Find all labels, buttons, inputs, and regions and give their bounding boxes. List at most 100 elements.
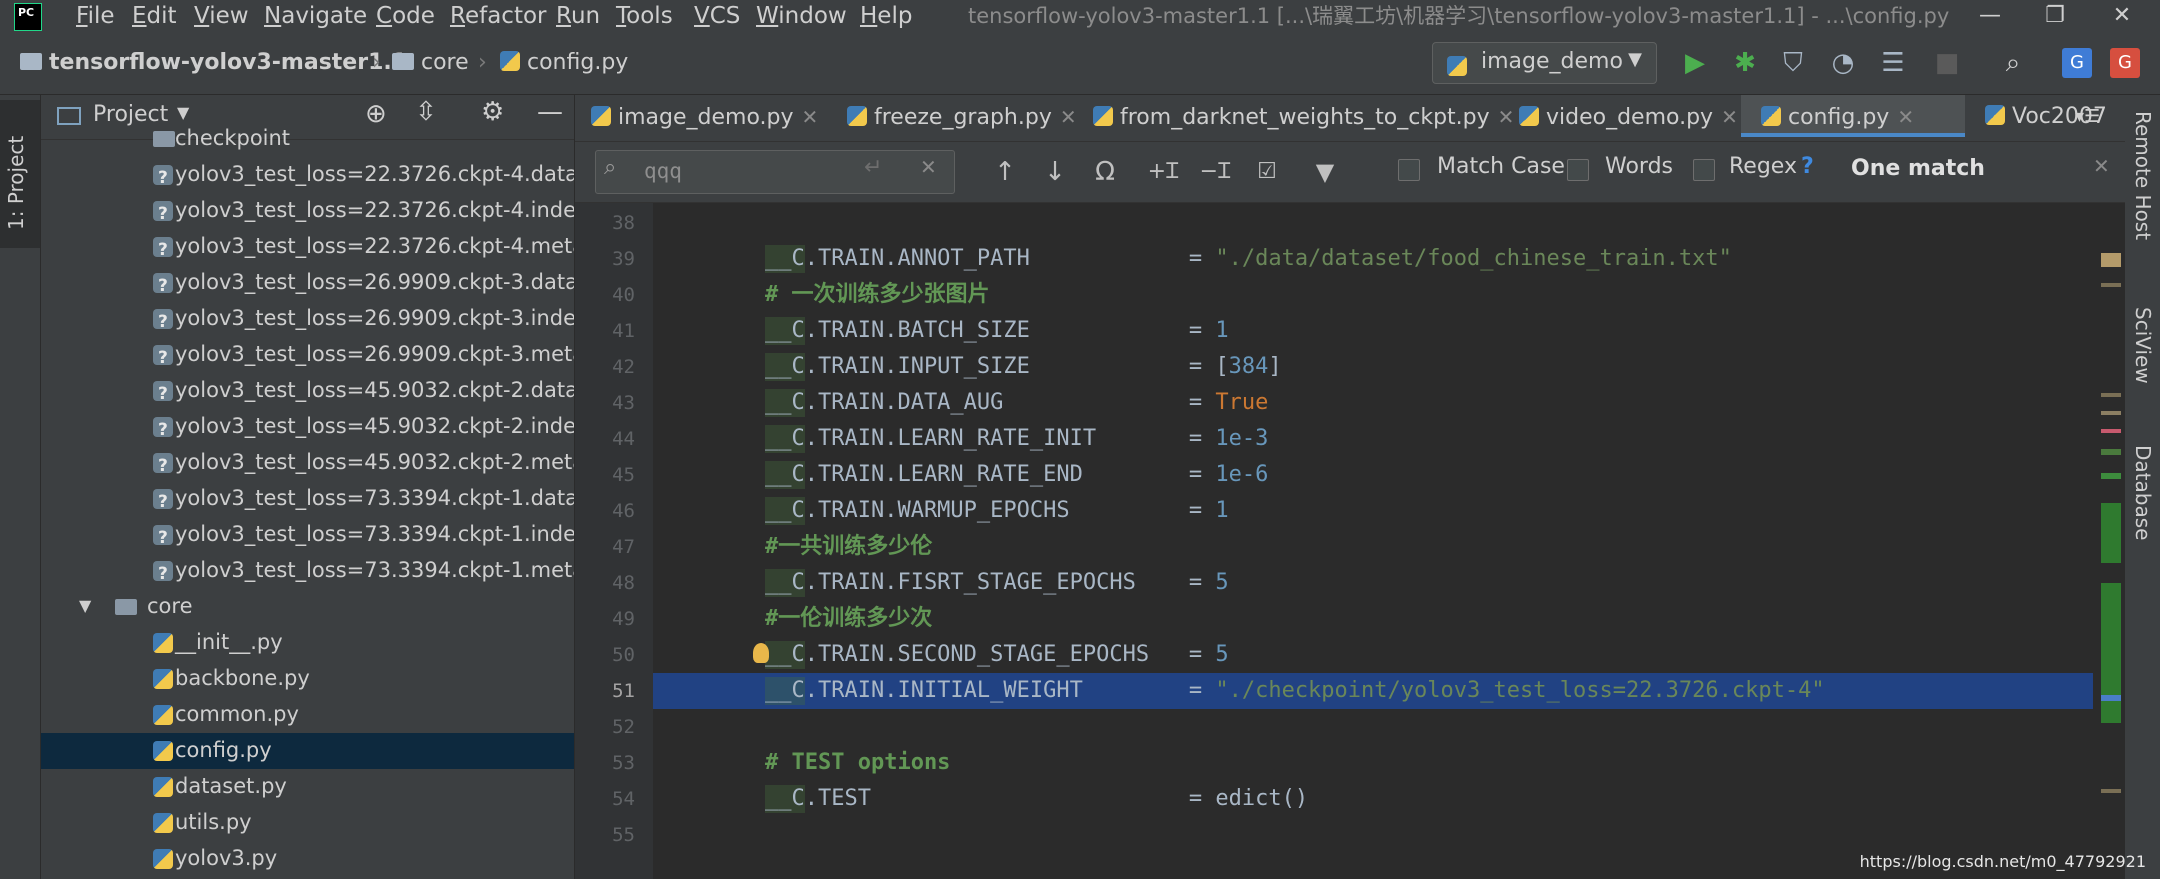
tab-config[interactable]: config.py ✕	[1741, 95, 1965, 137]
code-line[interactable]: 46 __C.TRAIN.WARMUP_EPOCHS = 1	[612, 493, 2093, 529]
stripe-marker[interactable]	[2101, 789, 2121, 793]
stripe-marker[interactable]	[2101, 393, 2121, 397]
remove-selection-icon[interactable]: −Ɪ	[1195, 154, 1235, 190]
stripe-marker[interactable]	[2101, 429, 2121, 433]
tree-item[interactable]: yolov3_test_loss=26.9909.ckpt-3.index	[41, 301, 574, 337]
menu-window[interactable]: Window	[756, 0, 847, 34]
close-icon[interactable]: ✕	[1060, 105, 1077, 129]
tree-item[interactable]: yolov3_test_loss=73.3394.ckpt-1.index	[41, 517, 574, 553]
find-all-icon[interactable]: Ω	[1087, 154, 1123, 190]
tree-item[interactable]: yolov3_test_loss=26.9909.ckpt-3.data-000…	[41, 265, 574, 301]
tree-item[interactable]: backbone.py	[41, 661, 574, 697]
concurrency-icon[interactable]: ☰	[1876, 46, 1910, 80]
code-line[interactable]: 43 __C.TRAIN.DATA_AUG = True	[612, 385, 2093, 421]
tree-item[interactable]: yolov3_test_loss=45.9032.ckpt-2.data-000…	[41, 373, 574, 409]
code-editor[interactable]: 38 39 __C.TRAIN.ANNOT_PATH = "./data/datas…	[612, 203, 2093, 879]
code-line[interactable]: 47 #一共训练多少伦	[612, 529, 2093, 565]
stripe-marker[interactable]	[2101, 253, 2121, 267]
menu-navigate[interactable]: Navigate	[264, 0, 367, 34]
search-icon[interactable]: ⌕	[604, 155, 616, 180]
add-selection-icon[interactable]: +Ɪ	[1143, 154, 1183, 190]
menu-help[interactable]: Help	[860, 0, 912, 34]
menu-tools[interactable]: Tools	[616, 0, 673, 34]
breadcrumb-folder[interactable]: core	[392, 48, 469, 78]
close-icon[interactable]: ✕	[1498, 105, 1515, 129]
tree-item[interactable]: yolov3.py	[41, 841, 574, 877]
tree-item[interactable]: yolov3_test_loss=22.3726.ckpt-4.data-000…	[41, 157, 574, 193]
code-line[interactable]: 51 __C.TRAIN.INITIAL_WEIGHT = "./checkpoi…	[612, 673, 2093, 709]
close-icon[interactable]: ✕	[1897, 105, 1914, 129]
find-input[interactable]: ⌕ qqq ↵ ✕	[595, 150, 955, 194]
tree-item[interactable]: yolov3_test_loss=22.3726.ckpt-4.meta	[41, 229, 574, 265]
tree-item[interactable]: utils.py	[41, 805, 574, 841]
tree-item[interactable]: config.py	[41, 733, 574, 769]
code-line[interactable]: 42 __C.TRAIN.INPUT_SIZE = [384]	[612, 349, 2093, 385]
close-icon[interactable]: ✕	[802, 105, 819, 129]
code-line[interactable]: 40 # 一次训练多少张图片	[612, 277, 2093, 313]
tab-overflow-icon[interactable]: ▾☰	[2075, 95, 2100, 141]
tree-folder-core[interactable]: ▼ core	[41, 589, 574, 625]
code-line[interactable]: 39 __C.TRAIN.ANNOT_PATH = "./data/dataset…	[612, 241, 2093, 277]
code-line[interactable]: 44 __C.TRAIN.LEARN_RATE_INIT = 1e-3	[612, 421, 2093, 457]
remote-host-tool-button[interactable]: Remote Host	[2131, 111, 2155, 240]
code-line[interactable]: 38	[612, 205, 2093, 241]
tree-item[interactable]: yolov3_test_loss=22.3726.ckpt-4.index	[41, 193, 574, 229]
stripe-marker[interactable]	[2101, 449, 2121, 455]
tree-item[interactable]: checkpoint	[41, 121, 574, 157]
code-line[interactable]: 48 __C.TRAIN.FISRT_STAGE_EPOCHS = 5	[612, 565, 2093, 601]
minimize-icon[interactable]: —	[1960, 0, 2020, 34]
tree-item[interactable]: common.py	[41, 697, 574, 733]
code-line[interactable]: 54 __C.TEST = edict()	[612, 781, 2093, 817]
breadcrumb-project[interactable]: tensorflow-yolov3-master1.1	[20, 48, 407, 78]
tree-item[interactable]: __init__.py	[41, 625, 574, 661]
debug-icon[interactable]: ✱	[1728, 46, 1762, 80]
code-line[interactable]: 45 __C.TRAIN.LEARN_RATE_END = 1e-6	[612, 457, 2093, 493]
menu-refactor[interactable]: Refactor	[450, 0, 547, 34]
sciview-tool-button[interactable]: SciView	[2131, 307, 2155, 384]
profile-icon[interactable]: ◔	[1826, 46, 1860, 80]
code-line[interactable]: 50 __C.TRAIN.SECOND_STAGE_EPOCHS = 5	[612, 637, 2093, 673]
tab-video-demo[interactable]: video_demo.py ✕	[1519, 95, 1738, 141]
code-line[interactable]: 55	[612, 817, 2093, 853]
tree-item[interactable]: yolov3_test_loss=45.9032.ckpt-2.index	[41, 409, 574, 445]
search-icon[interactable]: ⌕	[1996, 46, 2030, 80]
menu-view[interactable]: View	[194, 0, 249, 34]
code-line[interactable]: 49 #一伦训练多少次	[612, 601, 2093, 637]
menu-file[interactable]: File	[76, 0, 115, 34]
tab-image-demo[interactable]: image_demo.py ✕	[591, 95, 818, 141]
regex-help-icon[interactable]: ?	[1801, 154, 1814, 179]
translate-icon[interactable]: G	[2062, 48, 2092, 78]
stop-icon[interactable]: ■	[1930, 46, 1964, 80]
menu-edit[interactable]: Edit	[132, 0, 177, 34]
menu-run[interactable]: Run	[556, 0, 600, 34]
tree-item[interactable]: yolov3_test_loss=73.3394.ckpt-1.meta	[41, 553, 574, 589]
tab-from-darknet-weights-to-ckpt[interactable]: from_darknet_weights_to_ckpt.py ✕	[1093, 95, 1514, 141]
new-line-icon[interactable]: ↵	[864, 155, 882, 180]
next-occurrence-icon[interactable]: ↓	[1037, 154, 1073, 190]
expand-arrow-icon[interactable]: ▼	[79, 589, 91, 623]
tree-item[interactable]: yolov3_test_loss=73.3394.ckpt-1.data-000…	[41, 481, 574, 517]
run-icon[interactable]: ▶	[1678, 46, 1712, 80]
coverage-icon[interactable]: ⛉	[1776, 46, 1810, 80]
tab-freeze-graph[interactable]: freeze_graph.py ✕	[847, 95, 1077, 141]
code-line[interactable]: 53 # TEST options	[612, 745, 2093, 781]
filter-icon[interactable]: ▼	[1305, 154, 1345, 190]
chevron-down-icon[interactable]: ▼	[177, 103, 189, 122]
match-case-checkbox[interactable]	[1398, 159, 1420, 181]
stripe-marker[interactable]	[2101, 503, 2121, 563]
menu-vcs[interactable]: VCS	[694, 0, 740, 34]
tree-item[interactable]: yolov3_test_loss=45.9032.ckpt-2.meta	[41, 445, 574, 481]
code-line[interactable]: 52	[612, 709, 2093, 745]
translate-alt-icon[interactable]: G	[2110, 48, 2140, 78]
stripe-marker[interactable]	[2101, 695, 2121, 701]
close-window-icon[interactable]: ✕	[2092, 0, 2152, 34]
maximize-icon[interactable]: ❐	[2025, 0, 2085, 34]
code-line[interactable]: 41 __C.TRAIN.BATCH_SIZE = 1	[612, 313, 2093, 349]
select-all-occurrences-icon[interactable]: ☑	[1247, 154, 1287, 190]
previous-occurrence-icon[interactable]: ↑	[987, 154, 1023, 190]
error-stripe[interactable]	[2095, 203, 2125, 879]
words-checkbox[interactable]	[1567, 159, 1589, 181]
regex-checkbox[interactable]	[1693, 159, 1715, 181]
lightbulb-icon[interactable]	[753, 643, 769, 663]
close-icon[interactable]: ✕	[1721, 105, 1738, 129]
